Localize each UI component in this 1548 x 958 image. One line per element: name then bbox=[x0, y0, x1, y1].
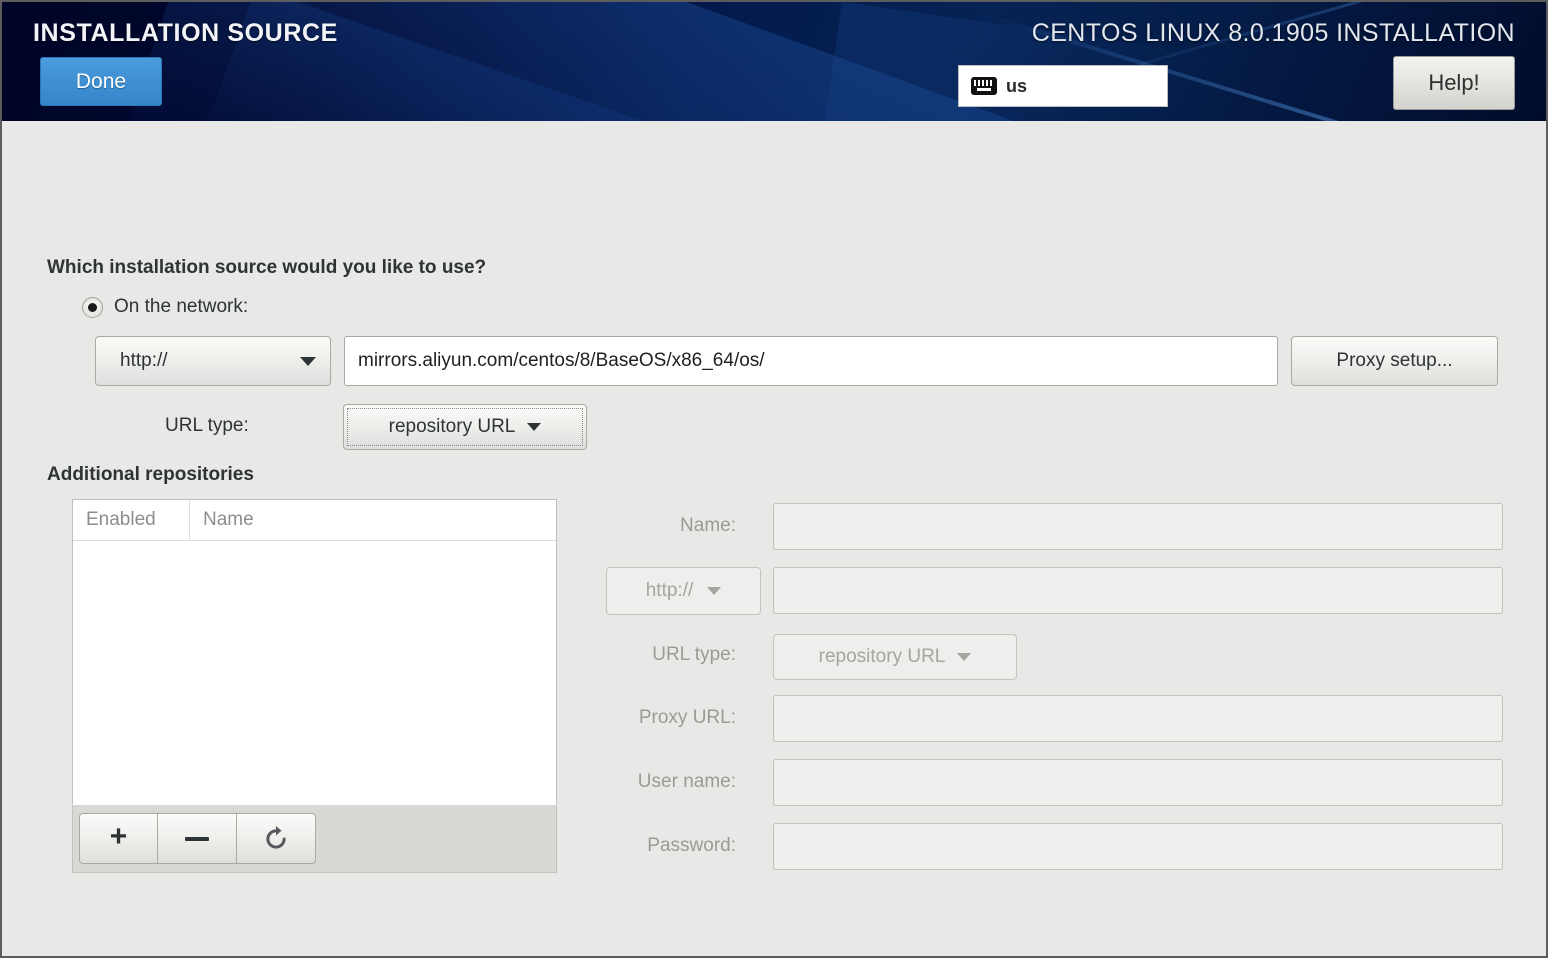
window-header: INSTALLATION SOURCE CENTOS LINUX 8.0.190… bbox=[2, 2, 1546, 121]
installation-source-window: INSTALLATION SOURCE CENTOS LINUX 8.0.190… bbox=[0, 0, 1548, 958]
repo-password-label: Password: bbox=[596, 835, 736, 857]
protocol-select[interactable]: http:// bbox=[95, 336, 331, 386]
repo-url-type-label: URL type: bbox=[596, 644, 736, 666]
on-the-network-radio[interactable] bbox=[82, 297, 103, 318]
on-the-network-radio-row[interactable]: On the network: bbox=[82, 296, 248, 318]
done-button-label: Done bbox=[76, 70, 126, 94]
proxy-setup-label: Proxy setup... bbox=[1336, 350, 1452, 372]
help-button[interactable]: Help! bbox=[1393, 56, 1515, 110]
plus-icon: + bbox=[110, 822, 128, 852]
additional-repositories-label: Additional repositories bbox=[47, 464, 254, 486]
repository-url-input[interactable] bbox=[344, 336, 1278, 386]
repo-name-input[interactable] bbox=[773, 503, 1503, 550]
chevron-down-icon bbox=[300, 357, 316, 366]
repo-name-label: Name: bbox=[596, 515, 736, 537]
remove-repository-button[interactable] bbox=[158, 813, 237, 864]
add-repository-button[interactable]: + bbox=[79, 813, 158, 864]
repo-list-body[interactable] bbox=[73, 541, 556, 805]
column-header-enabled[interactable]: Enabled bbox=[73, 500, 190, 540]
url-type-select-value: repository URL bbox=[389, 416, 516, 438]
repo-proxy-url-label: Proxy URL: bbox=[596, 707, 736, 729]
keyboard-layout-label: us bbox=[1006, 76, 1027, 97]
chevron-down-icon bbox=[957, 653, 971, 661]
source-question-label: Which installation source would you like… bbox=[47, 257, 486, 279]
repo-url-type-select[interactable]: repository URL bbox=[773, 634, 1017, 680]
repo-user-name-input[interactable] bbox=[773, 759, 1503, 806]
url-type-label: URL type: bbox=[165, 415, 249, 437]
keyboard-icon bbox=[971, 77, 997, 95]
repo-password-input[interactable] bbox=[773, 823, 1503, 870]
page-title: INSTALLATION SOURCE bbox=[33, 19, 338, 48]
repo-proxy-url-input[interactable] bbox=[773, 695, 1503, 742]
additional-repositories-list[interactable]: Enabled Name bbox=[72, 499, 557, 804]
chevron-down-icon bbox=[527, 423, 541, 431]
reset-repositories-button[interactable] bbox=[237, 813, 316, 864]
url-type-select[interactable]: repository URL bbox=[343, 404, 587, 450]
keyboard-layout-indicator[interactable]: us bbox=[958, 65, 1168, 107]
repo-protocol-select[interactable]: http:// bbox=[606, 567, 761, 615]
repo-user-name-label: User name: bbox=[596, 771, 736, 793]
product-title: CENTOS LINUX 8.0.1905 INSTALLATION bbox=[1032, 19, 1515, 48]
reset-icon bbox=[261, 824, 291, 854]
proxy-setup-button[interactable]: Proxy setup... bbox=[1291, 336, 1498, 386]
repo-list-toolbar: + bbox=[72, 805, 557, 873]
done-button[interactable]: Done bbox=[40, 57, 162, 106]
main-content: Which installation source would you like… bbox=[2, 121, 1546, 956]
on-the-network-label: On the network: bbox=[114, 296, 248, 318]
repo-url-input[interactable] bbox=[773, 567, 1503, 614]
repo-url-type-value: repository URL bbox=[819, 646, 946, 668]
protocol-select-value: http:// bbox=[120, 350, 168, 372]
help-button-label: Help! bbox=[1428, 70, 1479, 96]
column-header-name[interactable]: Name bbox=[190, 500, 556, 540]
repo-list-header: Enabled Name bbox=[73, 500, 556, 541]
minus-icon bbox=[185, 837, 209, 841]
chevron-down-icon bbox=[707, 587, 721, 595]
repo-protocol-value: http:// bbox=[646, 580, 694, 602]
